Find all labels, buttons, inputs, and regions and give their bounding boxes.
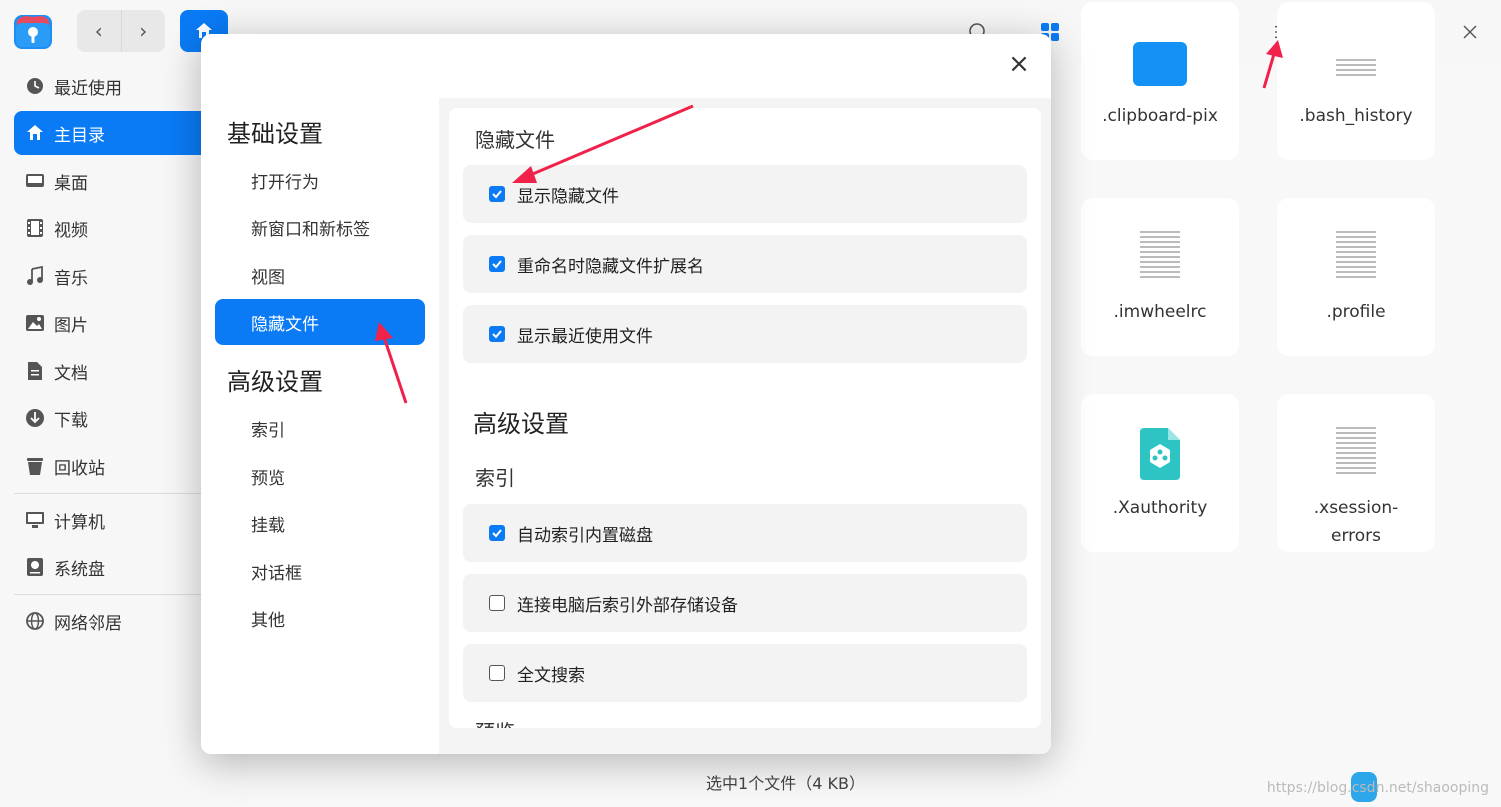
nav-item-dialog[interactable]: 对话框 [215, 548, 425, 594]
trash-icon [27, 458, 43, 475]
checkmark-icon [492, 330, 502, 339]
checkbox-checked[interactable] [489, 326, 505, 342]
sidebar-item-label: 回收站 [54, 458, 105, 479]
option-label: 全文搜索 [517, 665, 585, 686]
sidebar-item-label: 系统盘 [54, 559, 105, 580]
file-item[interactable]: .clipboard-pix [1081, 2, 1239, 160]
option-label: 显示最近使用文件 [517, 326, 653, 347]
file-item[interactable]: .xsession-errors [1277, 394, 1435, 552]
option-index-external-storage[interactable]: 连接电脑后索引外部存储设备 [463, 574, 1027, 632]
nav-group-basic[interactable]: 基础设置 [227, 114, 323, 149]
option-show-hidden-files[interactable]: 显示隐藏文件 [463, 165, 1027, 223]
video-icon [27, 219, 43, 237]
sidebar-item-label: 桌面 [54, 173, 88, 194]
option-hide-extension-on-rename[interactable]: 重命名时隐藏文件扩展名 [463, 235, 1027, 293]
computer-icon [26, 512, 44, 528]
network-icon [26, 612, 44, 630]
sidebar-item-label: 网络邻居 [54, 613, 122, 634]
sidebar-item-label: 主目录 [54, 125, 105, 146]
option-label: 重命名时隐藏文件扩展名 [517, 256, 704, 277]
picture-icon [26, 315, 44, 331]
file-name: .Xauthority [1112, 498, 1208, 518]
option-label: 连接电脑后索引外部存储设备 [517, 595, 738, 616]
desktop-icon [26, 174, 44, 187]
checkbox-checked[interactable] [489, 186, 505, 202]
navigation-buttons: ‹ › [77, 10, 165, 52]
dialog-close-button[interactable]: × [1003, 48, 1035, 80]
option-auto-index-internal-disk[interactable]: 自动索引内置磁盘 [463, 504, 1027, 562]
folder-icon [1133, 42, 1187, 86]
home-icon [27, 125, 43, 140]
download-icon [26, 409, 44, 427]
sidebar-item-label: 计算机 [54, 512, 105, 533]
nav-item-open-behavior[interactable]: 打开行为 [215, 157, 425, 203]
nav-item-preview[interactable]: 预览 [215, 453, 425, 499]
text-file-thumbnail-icon [1140, 228, 1180, 284]
checkbox-checked[interactable] [489, 525, 505, 541]
sidebar-item-label: 图片 [54, 315, 88, 336]
clock-icon [27, 78, 43, 94]
settings-dialog: × 基础设置 打开行为 新窗口和新标签 视图 隐藏文件 高级设置 索引 预览 挂… [201, 34, 1051, 754]
nav-item-view[interactable]: 视图 [215, 252, 425, 298]
xauthority-file-icon [1140, 428, 1180, 480]
status-bar: 选中1个文件（4 KB） [706, 774, 865, 793]
checkbox-checked[interactable] [489, 256, 505, 272]
close-icon: × [1008, 49, 1030, 79]
checkbox-unchecked[interactable] [489, 665, 505, 681]
nav-item-index[interactable]: 索引 [215, 405, 425, 451]
music-icon [27, 266, 43, 285]
option-show-recent-files[interactable]: 显示最近使用文件 [463, 305, 1027, 363]
option-label: 显示隐藏文件 [517, 186, 619, 207]
file-name: .profile [1326, 302, 1386, 322]
settings-panel: 隐藏文件 显示隐藏文件 重命名时隐藏文件扩展名 显示最近使用文件 高级设置 索引… [449, 108, 1041, 728]
text-file-thumbnail-icon [1336, 424, 1376, 480]
window-close-button[interactable] [1456, 18, 1484, 46]
sidebar-item-label: 音乐 [54, 268, 88, 289]
forward-button[interactable]: › [120, 10, 166, 52]
chevron-right-icon: › [139, 19, 148, 43]
settings-navigation: 基础设置 打开行为 新窗口和新标签 视图 隐藏文件 高级设置 索引 预览 挂载 … [201, 98, 439, 754]
checkbox-unchecked[interactable] [489, 595, 505, 611]
text-file-thumbnail-icon [1336, 56, 1376, 84]
sidebar-item-label: 文档 [54, 363, 88, 384]
section-title-hidden-files: 隐藏文件 [475, 128, 555, 152]
checkmark-icon [492, 529, 502, 538]
nav-item-mount[interactable]: 挂载 [215, 500, 425, 546]
sidebar-item-label: 下载 [54, 410, 88, 431]
file-item[interactable]: .profile [1277, 198, 1435, 356]
back-button[interactable]: ‹ [77, 10, 121, 52]
sidebar-item-label: 视频 [54, 220, 88, 241]
nav-item-hidden-files[interactable]: 隐藏文件 [215, 299, 425, 345]
nav-item-new-window-tab[interactable]: 新窗口和新标签 [215, 204, 425, 250]
file-manager-logo-icon[interactable] [13, 11, 53, 51]
checkmark-icon [492, 260, 502, 269]
document-icon [28, 362, 42, 380]
nav-group-advanced[interactable]: 高级设置 [227, 362, 323, 397]
chevron-left-icon: ‹ [94, 19, 103, 43]
file-item[interactable]: .bash_history [1277, 2, 1435, 160]
option-label: 自动索引内置磁盘 [517, 525, 653, 546]
close-icon [1463, 25, 1477, 39]
watermark: https://blog.csdn.net/shaooping [1266, 780, 1489, 796]
nav-item-other[interactable]: 其他 [215, 595, 425, 641]
settings-content: 隐藏文件 显示隐藏文件 重命名时隐藏文件扩展名 显示最近使用文件 高级设置 索引… [439, 98, 1051, 754]
option-full-text-search[interactable]: 全文搜索 [463, 644, 1027, 702]
section-title-index: 索引 [475, 466, 515, 490]
file-name: .clipboard-pix [1102, 106, 1218, 126]
file-item[interactable]: .imwheelrc [1081, 198, 1239, 356]
checkmark-icon [492, 190, 502, 199]
section-title-preview: 预览 [475, 716, 515, 728]
disk-icon [27, 558, 43, 576]
file-name: .imwheelrc [1113, 302, 1207, 322]
text-file-thumbnail-icon [1336, 228, 1376, 284]
file-name: .bash_history [1299, 106, 1413, 126]
group-title-advanced: 高级设置 [473, 410, 569, 438]
file-item[interactable]: .Xauthority [1081, 394, 1239, 552]
sidebar-item-label: 最近使用 [54, 78, 122, 99]
file-name: .xsession-errors [1313, 498, 1399, 546]
